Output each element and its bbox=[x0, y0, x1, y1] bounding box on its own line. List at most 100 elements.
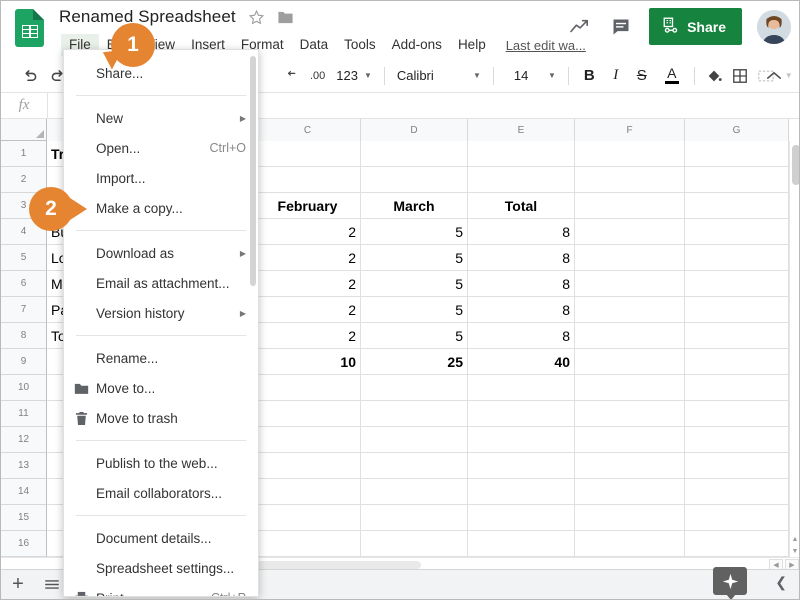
cell-C7[interactable]: 2 bbox=[255, 297, 361, 323]
cell-E13[interactable] bbox=[468, 453, 575, 479]
menu-item-email-as-attachment[interactable]: Email as attachment... bbox=[64, 268, 258, 298]
cell-G16[interactable] bbox=[685, 531, 789, 557]
fill-color-icon[interactable] bbox=[701, 63, 727, 89]
menu-item-share[interactable]: Share... bbox=[64, 58, 258, 88]
cell-C2[interactable] bbox=[255, 167, 361, 193]
cell-D2[interactable] bbox=[361, 167, 468, 193]
cell-G11[interactable] bbox=[685, 401, 789, 427]
italic-button[interactable]: I bbox=[604, 63, 628, 89]
row-header-5[interactable]: 5 bbox=[1, 245, 47, 271]
cell-G12[interactable] bbox=[685, 427, 789, 453]
cell-E9[interactable]: 40 bbox=[468, 349, 575, 375]
menu-item-document-details[interactable]: Document details... bbox=[64, 523, 258, 553]
cell-E15[interactable] bbox=[468, 505, 575, 531]
column-header-G[interactable]: G bbox=[685, 119, 789, 141]
row-header-6[interactable]: 6 bbox=[1, 271, 47, 297]
cell-F9[interactable] bbox=[575, 349, 685, 375]
cell-F14[interactable] bbox=[575, 479, 685, 505]
column-header-E[interactable]: E bbox=[468, 119, 575, 141]
scroll-up-icon[interactable]: ▲ bbox=[790, 535, 799, 545]
cell-D8[interactable]: 5 bbox=[361, 323, 468, 349]
text-color-button[interactable]: A bbox=[656, 63, 688, 89]
bold-button[interactable]: B bbox=[575, 63, 604, 89]
cell-E2[interactable] bbox=[468, 167, 575, 193]
cell-F13[interactable] bbox=[575, 453, 685, 479]
cell-E5[interactable]: 8 bbox=[468, 245, 575, 271]
cell-F1[interactable] bbox=[575, 141, 685, 167]
cell-E3[interactable]: Total bbox=[468, 193, 575, 219]
cell-G3[interactable] bbox=[685, 193, 789, 219]
cell-C9[interactable]: 10 bbox=[255, 349, 361, 375]
cell-F6[interactable] bbox=[575, 271, 685, 297]
cell-C5[interactable]: 2 bbox=[255, 245, 361, 271]
menu-addons[interactable]: Add-ons bbox=[384, 34, 450, 56]
scroll-down-icon[interactable]: ▼ bbox=[790, 547, 799, 557]
cell-G13[interactable] bbox=[685, 453, 789, 479]
menu-item-move-to[interactable]: Move to... bbox=[64, 373, 258, 403]
row-header-11[interactable]: 11 bbox=[1, 401, 47, 427]
cell-D5[interactable]: 5 bbox=[361, 245, 468, 271]
cell-F16[interactable] bbox=[575, 531, 685, 557]
cell-F5[interactable] bbox=[575, 245, 685, 271]
decrease-decimal-icon[interactable] bbox=[281, 63, 305, 89]
user-avatar[interactable] bbox=[757, 9, 791, 44]
menu-item-spreadsheet-settings[interactable]: Spreadsheet settings... bbox=[64, 553, 258, 583]
cell-E7[interactable]: 8 bbox=[468, 297, 575, 323]
comment-icon[interactable] bbox=[608, 14, 634, 40]
star-icon[interactable] bbox=[248, 9, 265, 26]
trending-chart-icon[interactable] bbox=[567, 14, 593, 40]
cell-C12[interactable] bbox=[255, 427, 361, 453]
cell-C3[interactable]: February bbox=[255, 193, 361, 219]
cell-F2[interactable] bbox=[575, 167, 685, 193]
cell-C11[interactable] bbox=[255, 401, 361, 427]
cell-D4[interactable]: 5 bbox=[361, 219, 468, 245]
cell-D6[interactable]: 5 bbox=[361, 271, 468, 297]
row-header-16[interactable]: 16 bbox=[1, 531, 47, 557]
collapse-sidebar-chevron[interactable]: ❮ bbox=[775, 574, 787, 591]
cell-E8[interactable]: 8 bbox=[468, 323, 575, 349]
cell-E1[interactable] bbox=[468, 141, 575, 167]
cell-C14[interactable] bbox=[255, 479, 361, 505]
menu-item-download-as[interactable]: Download as ▶ bbox=[64, 238, 258, 268]
row-header-14[interactable]: 14 bbox=[1, 479, 47, 505]
menu-item-print[interactable]: PrintCtrl+P bbox=[64, 583, 258, 596]
cell-G5[interactable] bbox=[685, 245, 789, 271]
collapse-toolbar-icon[interactable] bbox=[761, 63, 787, 89]
increase-decimal-icon[interactable]: .00 bbox=[305, 63, 330, 89]
row-header-1[interactable]: 1 bbox=[1, 141, 47, 167]
column-header-D[interactable]: D bbox=[361, 119, 468, 141]
add-sheet-icon[interactable]: + bbox=[1, 570, 35, 600]
cell-G8[interactable] bbox=[685, 323, 789, 349]
number-format-select[interactable]: 123 ▼ bbox=[330, 63, 378, 89]
menu-item-make-a-copy[interactable]: Make a copy... bbox=[64, 193, 258, 223]
cell-E12[interactable] bbox=[468, 427, 575, 453]
cell-E11[interactable] bbox=[468, 401, 575, 427]
cell-D16[interactable] bbox=[361, 531, 468, 557]
column-header-F[interactable]: F bbox=[575, 119, 685, 141]
cell-E10[interactable] bbox=[468, 375, 575, 401]
borders-icon[interactable] bbox=[727, 63, 753, 89]
menu-item-rename[interactable]: Rename... bbox=[64, 343, 258, 373]
menu-item-import[interactable]: Import... bbox=[64, 163, 258, 193]
row-header-12[interactable]: 12 bbox=[1, 427, 47, 453]
cell-G14[interactable] bbox=[685, 479, 789, 505]
cell-C16[interactable] bbox=[255, 531, 361, 557]
cell-G15[interactable] bbox=[685, 505, 789, 531]
row-header-15[interactable]: 15 bbox=[1, 505, 47, 531]
column-header-C[interactable]: C bbox=[255, 119, 361, 141]
cell-D3[interactable]: March bbox=[361, 193, 468, 219]
font-family-select[interactable]: Calibri ▼ bbox=[391, 63, 487, 89]
strikethrough-button[interactable]: S bbox=[628, 63, 656, 89]
menu-item-version-history[interactable]: Version history ▶ bbox=[64, 298, 258, 328]
cell-G4[interactable] bbox=[685, 219, 789, 245]
menu-item-open[interactable]: Open... Ctrl+O bbox=[64, 133, 258, 163]
font-size-select[interactable]: 14 ▼ bbox=[500, 63, 562, 89]
vertical-scroll-thumb[interactable] bbox=[792, 145, 799, 185]
row-header-9[interactable]: 9 bbox=[1, 349, 47, 375]
cell-F7[interactable] bbox=[575, 297, 685, 323]
cell-G1[interactable] bbox=[685, 141, 789, 167]
cell-G2[interactable] bbox=[685, 167, 789, 193]
menu-tools[interactable]: Tools bbox=[336, 34, 384, 56]
cell-F10[interactable] bbox=[575, 375, 685, 401]
cell-D14[interactable] bbox=[361, 479, 468, 505]
